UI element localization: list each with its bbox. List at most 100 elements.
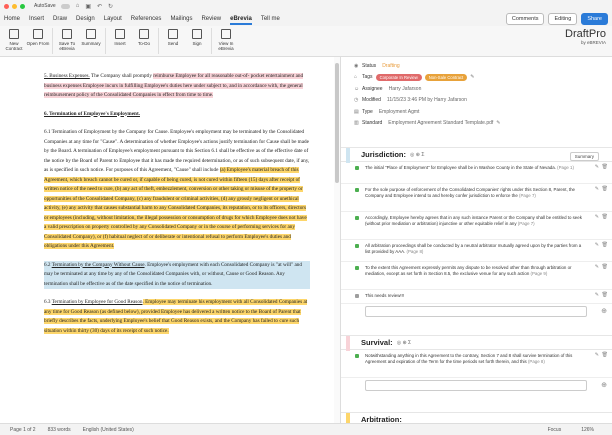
delete-icon[interactable]: 🗑: [602, 264, 608, 271]
clause-item[interactable]: The initial "Place of Employment" for Em…: [341, 162, 612, 184]
autosave-toggle[interactable]: [60, 3, 70, 9]
edit-icon[interactable]: ✎: [595, 292, 599, 299]
assignee-row: ☺ Assignee Harry Jafarson: [354, 85, 422, 92]
add-icon[interactable]: ⊕: [601, 307, 607, 315]
zoom-level[interactable]: 126%: [581, 427, 594, 433]
survival-section: Survival: ◎ ⊕ Σ Notwithstanding anything…: [341, 335, 612, 394]
tab-layout[interactable]: Layout: [104, 12, 122, 26]
add-icon[interactable]: ⊕: [601, 381, 607, 389]
draftpro-logo: DraftPro by eBREVIA: [565, 28, 606, 45]
send-button[interactable]: Send: [161, 26, 185, 46]
save-icon[interactable]: ▣: [85, 3, 91, 10]
clock-icon: ◷: [354, 97, 359, 104]
ribbon-tabs: Home Insert Draw Design Layout Reference…: [0, 12, 612, 26]
tell-me-search[interactable]: Tell me: [261, 12, 280, 26]
insert-icon: [115, 29, 125, 39]
focus-button[interactable]: Focus: [548, 427, 562, 433]
editing-button[interactable]: Editing: [548, 13, 578, 25]
jurisdiction-header[interactable]: Jurisdiction: ◎ ⊕ Σ Summary: [341, 147, 612, 163]
paragraph-business-expenses: 5. Business Expenses. The Company shall …: [44, 73, 304, 98]
delete-icon[interactable]: 🗑: [602, 164, 608, 171]
clause-status-icon: [355, 354, 359, 358]
save-to-icon: [62, 29, 72, 39]
todo-button[interactable]: To-Do: [132, 26, 156, 46]
new-clause-input[interactable]: [365, 306, 587, 317]
tab-ebrevia[interactable]: eBrevia: [230, 12, 252, 26]
edit-icon[interactable]: ✎: [595, 264, 599, 271]
save-to-button[interactable]: Save To eBrevia: [55, 26, 79, 51]
clause-item[interactable]: Accordingly, Employee hereby agrees that…: [341, 212, 612, 240]
edit-standard-icon[interactable]: ✎: [496, 120, 502, 126]
edit-tags-icon[interactable]: ✎: [470, 74, 476, 80]
arbitration-section: Arbitration:: [341, 412, 612, 423]
summary-button[interactable]: Summary: [79, 26, 103, 46]
tab-insert[interactable]: Insert: [29, 12, 44, 26]
tab-home[interactable]: Home: [4, 12, 20, 26]
standard-row: ▥ Standard Employment Agreement Standard T…: [354, 120, 502, 127]
clause-item[interactable]: This needs review!!! ✎ 🗑: [341, 290, 612, 304]
modified-row: ◷ Modified 11/15/23 3:46 PM by Harry Jafar…: [354, 97, 467, 104]
document-page[interactable]: 5. Business Expenses. The Company shall …: [0, 57, 340, 423]
ribbon-toolbar: New Contract Open From Save To eBrevia S…: [0, 26, 612, 57]
share-button[interactable]: Share: [581, 13, 608, 25]
target-icon[interactable]: ◎ ⊕ Σ: [410, 152, 424, 158]
edit-icon[interactable]: ✎: [595, 186, 599, 193]
target-icon[interactable]: ◎ ⊕ Σ: [397, 340, 411, 346]
clause-item[interactable]: Notwithstanding anything in this Agreeme…: [341, 350, 612, 378]
tag-chip[interactable]: Non-Sale Contract: [424, 73, 468, 81]
comments-button[interactable]: Comments: [505, 13, 545, 25]
clause-status-icon: [355, 166, 359, 170]
sign-icon: [192, 29, 202, 39]
open-from-icon: [33, 29, 43, 39]
redo-icon[interactable]: ↻: [108, 3, 113, 10]
tab-design[interactable]: Design: [76, 12, 95, 26]
new-clause-input[interactable]: [365, 380, 587, 391]
title-bar: AutoSave ⌂ ▣ ↶ ↻: [0, 0, 612, 12]
clause-status-icon: [355, 244, 359, 248]
autosave-label: AutoSave: [34, 3, 56, 9]
tag-chip[interactable]: Corporate In Review: [375, 73, 422, 81]
delete-icon[interactable]: 🗑: [602, 242, 608, 249]
insert-button[interactable]: Insert: [108, 26, 132, 46]
delete-icon[interactable]: 🗑: [602, 292, 608, 299]
summary-button[interactable]: Summary: [569, 152, 599, 161]
standard-icon: ▥: [354, 120, 359, 127]
sign-button[interactable]: Sign: [185, 26, 209, 46]
new-contract-icon: [9, 29, 19, 39]
minimize-window-icon[interactable]: [12, 3, 17, 9]
language[interactable]: English (United States): [83, 427, 134, 433]
scrollbar-thumb[interactable]: [335, 63, 339, 183]
status-row: ◉ Status Drafting: [354, 62, 400, 69]
open-from-button[interactable]: Open From: [26, 26, 50, 46]
status-badge[interactable]: Drafting: [382, 63, 400, 69]
new-contract-button[interactable]: New Contract: [2, 26, 26, 51]
summary-icon: [86, 29, 96, 39]
clause-item[interactable]: All arbitration proceedings shall be con…: [341, 240, 612, 262]
clause-status-icon: [355, 188, 359, 192]
tab-draw[interactable]: Draw: [53, 12, 67, 26]
tab-references[interactable]: References: [131, 12, 162, 26]
maximize-window-icon[interactable]: [20, 3, 25, 9]
page-count[interactable]: Page 1 of 2: [10, 427, 36, 433]
tab-mailings[interactable]: Mailings: [170, 12, 192, 26]
tags-row: ⌂ Tags Corporate In Review Non-Sale Contrac…: [354, 73, 476, 81]
edit-icon[interactable]: ✎: [595, 352, 599, 359]
word-count[interactable]: 833 words: [48, 427, 71, 433]
edit-icon[interactable]: ✎: [595, 214, 599, 221]
edit-icon[interactable]: ✎: [595, 164, 599, 171]
delete-icon[interactable]: 🗑: [602, 214, 608, 221]
home-icon[interactable]: ⌂: [76, 3, 80, 9]
status-bar: Page 1 of 2 833 words English (United St…: [0, 423, 612, 435]
clause-item[interactable]: To the extent this Agreement expressly p…: [341, 262, 612, 290]
delete-icon[interactable]: 🗑: [602, 186, 608, 193]
view-in-ebrevia-button[interactable]: View In eBrevia: [214, 26, 238, 51]
clause-status-icon: [355, 216, 359, 220]
undo-icon[interactable]: ↶: [97, 3, 102, 10]
delete-icon[interactable]: 🗑: [602, 352, 608, 359]
edit-icon[interactable]: ✎: [595, 242, 599, 249]
tab-review[interactable]: Review: [201, 12, 221, 26]
clause-item[interactable]: For the sole purpose of enforcement of t…: [341, 184, 612, 212]
arbitration-header[interactable]: Arbitration:: [341, 412, 612, 423]
survival-header[interactable]: Survival: ◎ ⊕ Σ: [341, 335, 612, 351]
close-window-icon[interactable]: [4, 3, 9, 9]
